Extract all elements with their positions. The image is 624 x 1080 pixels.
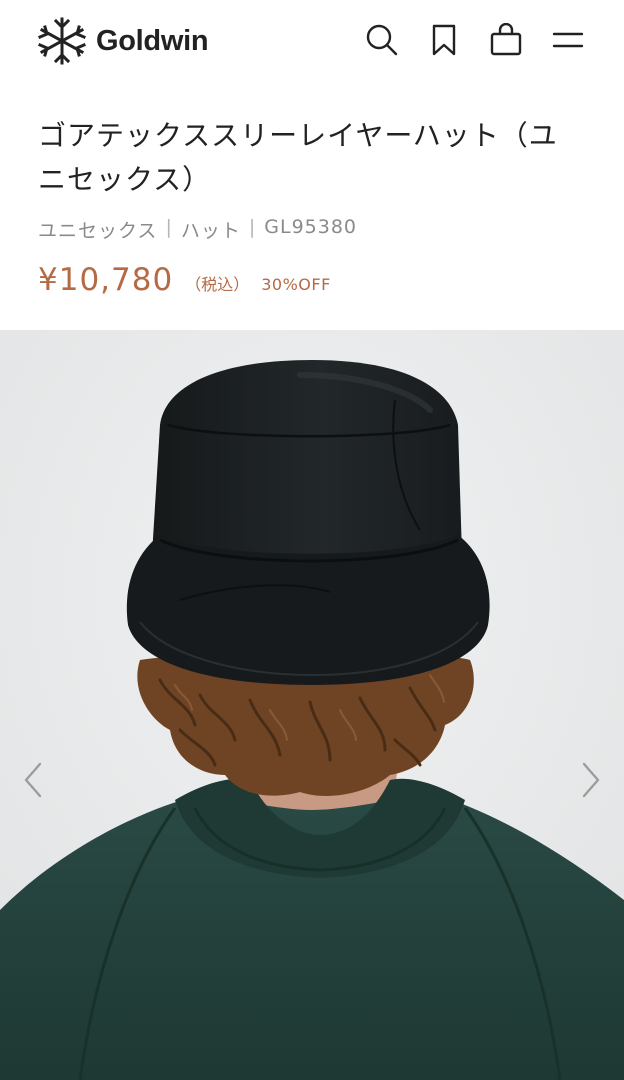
product-title-line1: ゴアテックススリーレイヤーハット（ユ — [38, 119, 558, 152]
meta-separator: | — [248, 216, 257, 238]
shopping-bag-icon[interactable] — [488, 20, 524, 60]
product-price: ¥10,780 — [38, 262, 174, 298]
product-category[interactable]: ハット — [181, 216, 241, 243]
tax-label: （税込） — [185, 275, 250, 294]
product-title: ゴアテックススリーレイヤーハット（ユ ニセックス） — [38, 114, 598, 202]
brand-name: Goldwin — [96, 24, 209, 57]
product-meta: ユニセックス | ハット | GL95380 — [38, 216, 357, 243]
product-info: ゴアテックススリーレイヤーハット（ユ ニセックス） ユニセックス | ハット |… — [0, 84, 624, 330]
search-icon[interactable] — [364, 20, 400, 60]
brand-logo[interactable]: Goldwin — [36, 14, 209, 68]
site-header: Goldwin — [0, 0, 624, 84]
meta-separator: | — [165, 216, 173, 238]
chevron-left-icon — [24, 762, 42, 798]
gallery-next-button[interactable] — [570, 755, 610, 805]
product-photo — [0, 330, 624, 1080]
bookmark-icon[interactable] — [426, 20, 462, 60]
menu-icon[interactable] — [550, 20, 586, 60]
price-row: ¥10,780 （税込） 30%OFF — [38, 262, 331, 298]
discount-badge: 30%OFF — [261, 275, 331, 294]
goldwin-logo-icon — [38, 17, 86, 65]
product-image-gallery[interactable] — [0, 330, 624, 1080]
product-gender[interactable]: ユニセックス — [38, 216, 157, 243]
gallery-prev-button[interactable] — [14, 755, 54, 805]
product-title-line2: ニセックス） — [38, 163, 212, 196]
chevron-right-icon — [582, 762, 600, 798]
product-code: GL95380 — [264, 216, 358, 238]
